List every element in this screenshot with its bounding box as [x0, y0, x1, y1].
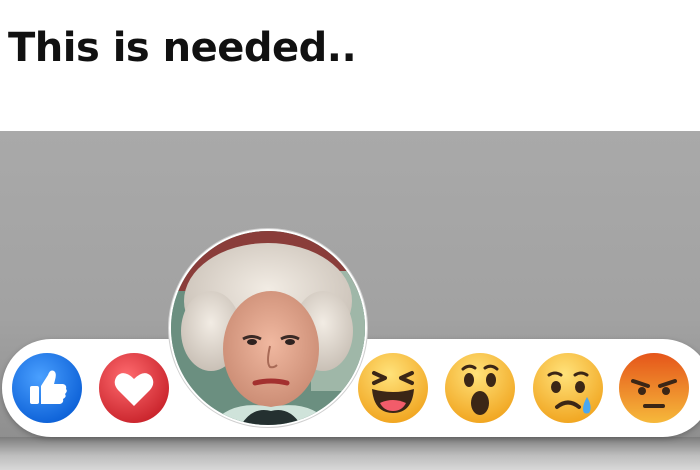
- heart-icon: [99, 353, 169, 423]
- meme-caption: This is needed..: [8, 25, 357, 71]
- crying-face-icon: [533, 353, 603, 423]
- angry-face-icon: [619, 353, 689, 423]
- angry-reaction-button[interactable]: [617, 351, 691, 425]
- portrait-reaction-button[interactable]: [169, 229, 367, 427]
- portrait-photo: [171, 231, 365, 425]
- like-reaction-button[interactable]: [10, 351, 84, 425]
- haha-reaction-button[interactable]: [356, 351, 430, 425]
- thumbs-up-icon: [12, 353, 82, 423]
- wow-reaction-button[interactable]: [443, 351, 517, 425]
- love-reaction-button[interactable]: [97, 351, 171, 425]
- background-panel-bottom: [0, 437, 700, 470]
- laughing-face-icon: [358, 353, 428, 423]
- surprised-face-icon: [445, 353, 515, 423]
- sad-reaction-button[interactable]: [531, 351, 605, 425]
